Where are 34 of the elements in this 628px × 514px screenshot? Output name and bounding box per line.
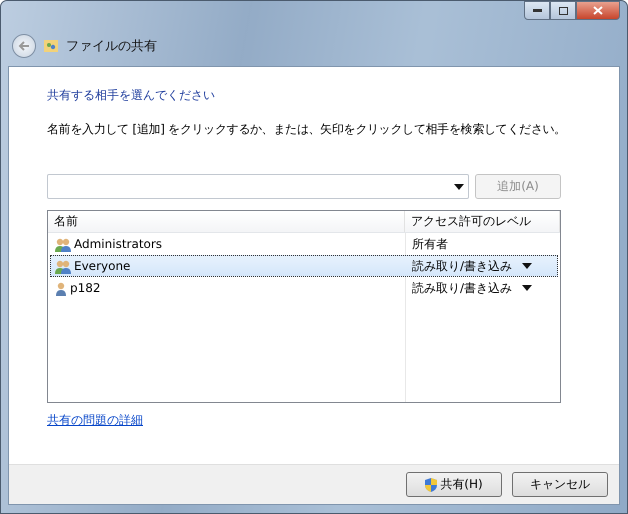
users-icon	[55, 236, 71, 252]
shield-icon	[425, 478, 438, 492]
help-link[interactable]: 共有の問題の詳細	[47, 412, 143, 429]
share-button[interactable]: 共有(H)	[406, 472, 502, 497]
cancel-button[interactable]: キャンセル	[512, 472, 608, 497]
table-row[interactable]: p182 読み取り/書き込み	[50, 277, 558, 299]
user-icon	[55, 280, 67, 296]
back-button[interactable]	[12, 34, 36, 58]
window-title: ファイルの共有	[66, 38, 157, 55]
maximize-icon	[558, 6, 568, 14]
close-icon	[593, 6, 603, 15]
user-name: p182	[70, 281, 101, 295]
maximize-button[interactable]	[550, 1, 576, 20]
permission-level: 読み取り/書き込み	[412, 258, 512, 274]
permission-level: 所有者	[412, 236, 448, 252]
back-arrow-icon	[18, 41, 30, 51]
shared-folder-icon	[44, 39, 58, 53]
heading: 共有する相手を選んでください	[47, 87, 216, 104]
column-header[interactable]: 名前	[48, 211, 405, 232]
table-row[interactable]: Administrators 所有者	[50, 233, 558, 255]
name-combo-field[interactable]	[47, 174, 469, 199]
dropdown-arrow-icon[interactable]	[454, 184, 464, 190]
column-header[interactable]: アクセス許可のレベル	[405, 211, 560, 232]
permission-level: 読み取り/書き込み	[412, 280, 512, 296]
instruction-text: 名前を入力して [追加] をクリックするか、または、矢印をクリックして相手を検索してください。	[47, 121, 567, 138]
minimize-button[interactable]	[524, 1, 550, 20]
user-name: Administrators	[74, 237, 162, 251]
user-name: Everyone	[74, 259, 130, 273]
table-row[interactable]: Everyone 読み取り/書き込み	[50, 255, 558, 277]
dropdown-arrow-icon[interactable]	[522, 263, 532, 269]
users-icon	[55, 258, 71, 274]
minimize-icon	[532, 9, 542, 12]
dropdown-arrow-icon[interactable]	[522, 285, 532, 291]
close-button[interactable]	[576, 1, 620, 20]
